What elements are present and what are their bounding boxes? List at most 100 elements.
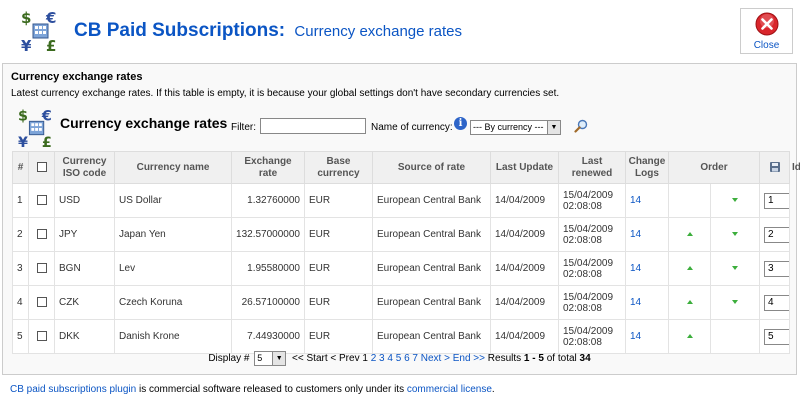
row-last-update: 14/04/2009 — [490, 183, 559, 218]
row-order-down[interactable] — [709, 285, 761, 320]
results-total: 34 — [579, 353, 591, 365]
save-order-icon[interactable] — [769, 161, 781, 173]
footer-period: . — [491, 384, 495, 395]
row-order-cell — [759, 183, 791, 218]
row-last-update: 14/04/2009 — [490, 217, 559, 252]
row-checkbox[interactable] — [36, 195, 47, 206]
row-renewed-time: 02:08:08 — [563, 234, 602, 246]
order-input[interactable] — [764, 192, 789, 209]
order-input[interactable] — [764, 226, 789, 243]
row-renewed-date: 15/04/2009 — [563, 223, 614, 235]
change-logs-link[interactable]: 14 — [630, 263, 641, 274]
footer: CB paid subscriptions plugin is commerci… — [10, 384, 495, 395]
order-input[interactable] — [764, 260, 789, 277]
row-order-up[interactable] — [668, 285, 711, 320]
filter-input[interactable] — [260, 118, 366, 134]
panel-description: Latest currency exchange rates. If this … — [11, 88, 560, 99]
row-select[interactable] — [28, 217, 55, 252]
col-header-last-update: Last Update — [490, 151, 559, 184]
row-renewed-time: 02:08:08 — [563, 200, 602, 212]
row-checkbox[interactable] — [36, 263, 47, 274]
row-rate: 26.57100000 — [231, 285, 305, 320]
page-title-main: CB Paid Subscriptions: — [74, 20, 286, 41]
row-last-update: 14/04/2009 — [490, 319, 559, 354]
results-label: Results — [487, 353, 522, 365]
row-checkbox[interactable] — [36, 331, 47, 342]
row-order-down[interactable] — [709, 251, 761, 286]
change-logs-link[interactable]: 14 — [630, 229, 641, 240]
row-rate: 1.32760000 — [231, 183, 305, 218]
row-rate: 1.95580000 — [231, 251, 305, 286]
arrow-up-icon[interactable] — [686, 266, 693, 271]
row-iso: BGN — [54, 251, 115, 286]
pager-next-link[interactable]: Next > — [421, 353, 450, 364]
plugin-link[interactable]: CB paid subscriptions plugin — [10, 384, 136, 395]
info-icon[interactable]: i — [454, 117, 467, 130]
pager-page-link[interactable]: 5 — [396, 353, 402, 364]
row-rate: 7.44930000 — [231, 319, 305, 354]
page-header: $ € ¥ £ CB Paid Subscriptions: Currency … — [0, 0, 800, 62]
pager-page-link[interactable]: 7 — [412, 353, 418, 364]
search-icon[interactable] — [574, 119, 588, 133]
order-input[interactable] — [764, 294, 789, 311]
row-select[interactable] — [28, 183, 55, 218]
change-logs-link[interactable]: 14 — [630, 297, 641, 308]
select-all-checkbox[interactable] — [36, 161, 47, 172]
row-order-down[interactable] — [709, 217, 761, 252]
row-order-down[interactable] — [709, 183, 761, 218]
arrow-up-icon[interactable] — [686, 232, 693, 237]
results-from: 1 — [523, 353, 530, 365]
close-icon — [755, 12, 778, 36]
row-last-renewed: 15/04/2009 02:08:08 — [558, 251, 626, 286]
arrow-down-icon[interactable] — [732, 198, 738, 203]
arrow-down-icon[interactable] — [732, 300, 738, 305]
row-select[interactable] — [28, 319, 55, 354]
pager-page-link[interactable]: 3 — [379, 353, 385, 364]
row-select[interactable] — [28, 251, 55, 286]
svg-text:¥: ¥ — [21, 37, 32, 54]
pager-page-link[interactable]: 6 — [404, 353, 410, 364]
change-logs-link[interactable]: 14 — [630, 331, 641, 342]
col-header-save-order[interactable] — [759, 151, 791, 184]
row-number: 5 — [12, 319, 29, 354]
pager-end-link[interactable]: End >> — [453, 353, 485, 364]
order-input[interactable] — [764, 328, 789, 345]
per-page-select[interactable]: 5 ▼ — [254, 351, 287, 366]
currency-symbols-icon: $ € ¥ £ — [18, 108, 52, 150]
row-iso: CZK — [54, 285, 115, 320]
row-last-update: 14/04/2009 — [490, 285, 559, 320]
close-button[interactable]: Close — [740, 8, 793, 54]
col-header-rate: Exchange rate — [231, 151, 305, 184]
row-order-up — [668, 183, 711, 218]
row-order-up[interactable] — [668, 251, 711, 286]
currency-name-label: Name of currency: — [371, 122, 453, 133]
row-order-up[interactable] — [668, 217, 711, 252]
chevron-down-icon: ▼ — [272, 352, 286, 365]
row-name: Czech Koruna — [114, 285, 232, 320]
col-header-select-all[interactable] — [28, 151, 55, 184]
pager-page-link[interactable]: 2 — [371, 353, 377, 364]
display-label: Display # — [208, 353, 250, 365]
results-to: 5 — [538, 353, 544, 365]
arrow-up-icon[interactable] — [686, 334, 693, 339]
arrow-down-icon[interactable] — [732, 232, 738, 237]
license-link[interactable]: commercial license — [407, 384, 492, 395]
row-last-renewed: 15/04/2009 02:08:08 — [558, 183, 626, 218]
change-logs-link[interactable]: 14 — [630, 195, 641, 206]
svg-text:£: £ — [42, 135, 52, 150]
arrow-up-icon[interactable] — [686, 300, 693, 305]
row-checkbox[interactable] — [36, 229, 47, 240]
row-number: 2 — [12, 217, 29, 252]
row-change-logs: 14 — [625, 319, 669, 354]
row-select[interactable] — [28, 285, 55, 320]
svg-text:¥: ¥ — [18, 135, 28, 150]
row-iso: JPY — [54, 217, 115, 252]
row-name: Lev — [114, 251, 232, 286]
row-order-up[interactable] — [668, 319, 711, 354]
row-name: Danish Krone — [114, 319, 232, 354]
row-checkbox[interactable] — [36, 297, 47, 308]
arrow-down-icon[interactable] — [732, 266, 738, 271]
pager-page-link[interactable]: 4 — [387, 353, 393, 364]
row-source: European Central Bank — [372, 251, 491, 286]
currency-select[interactable]: --- By currency --- ▼ — [470, 120, 561, 135]
